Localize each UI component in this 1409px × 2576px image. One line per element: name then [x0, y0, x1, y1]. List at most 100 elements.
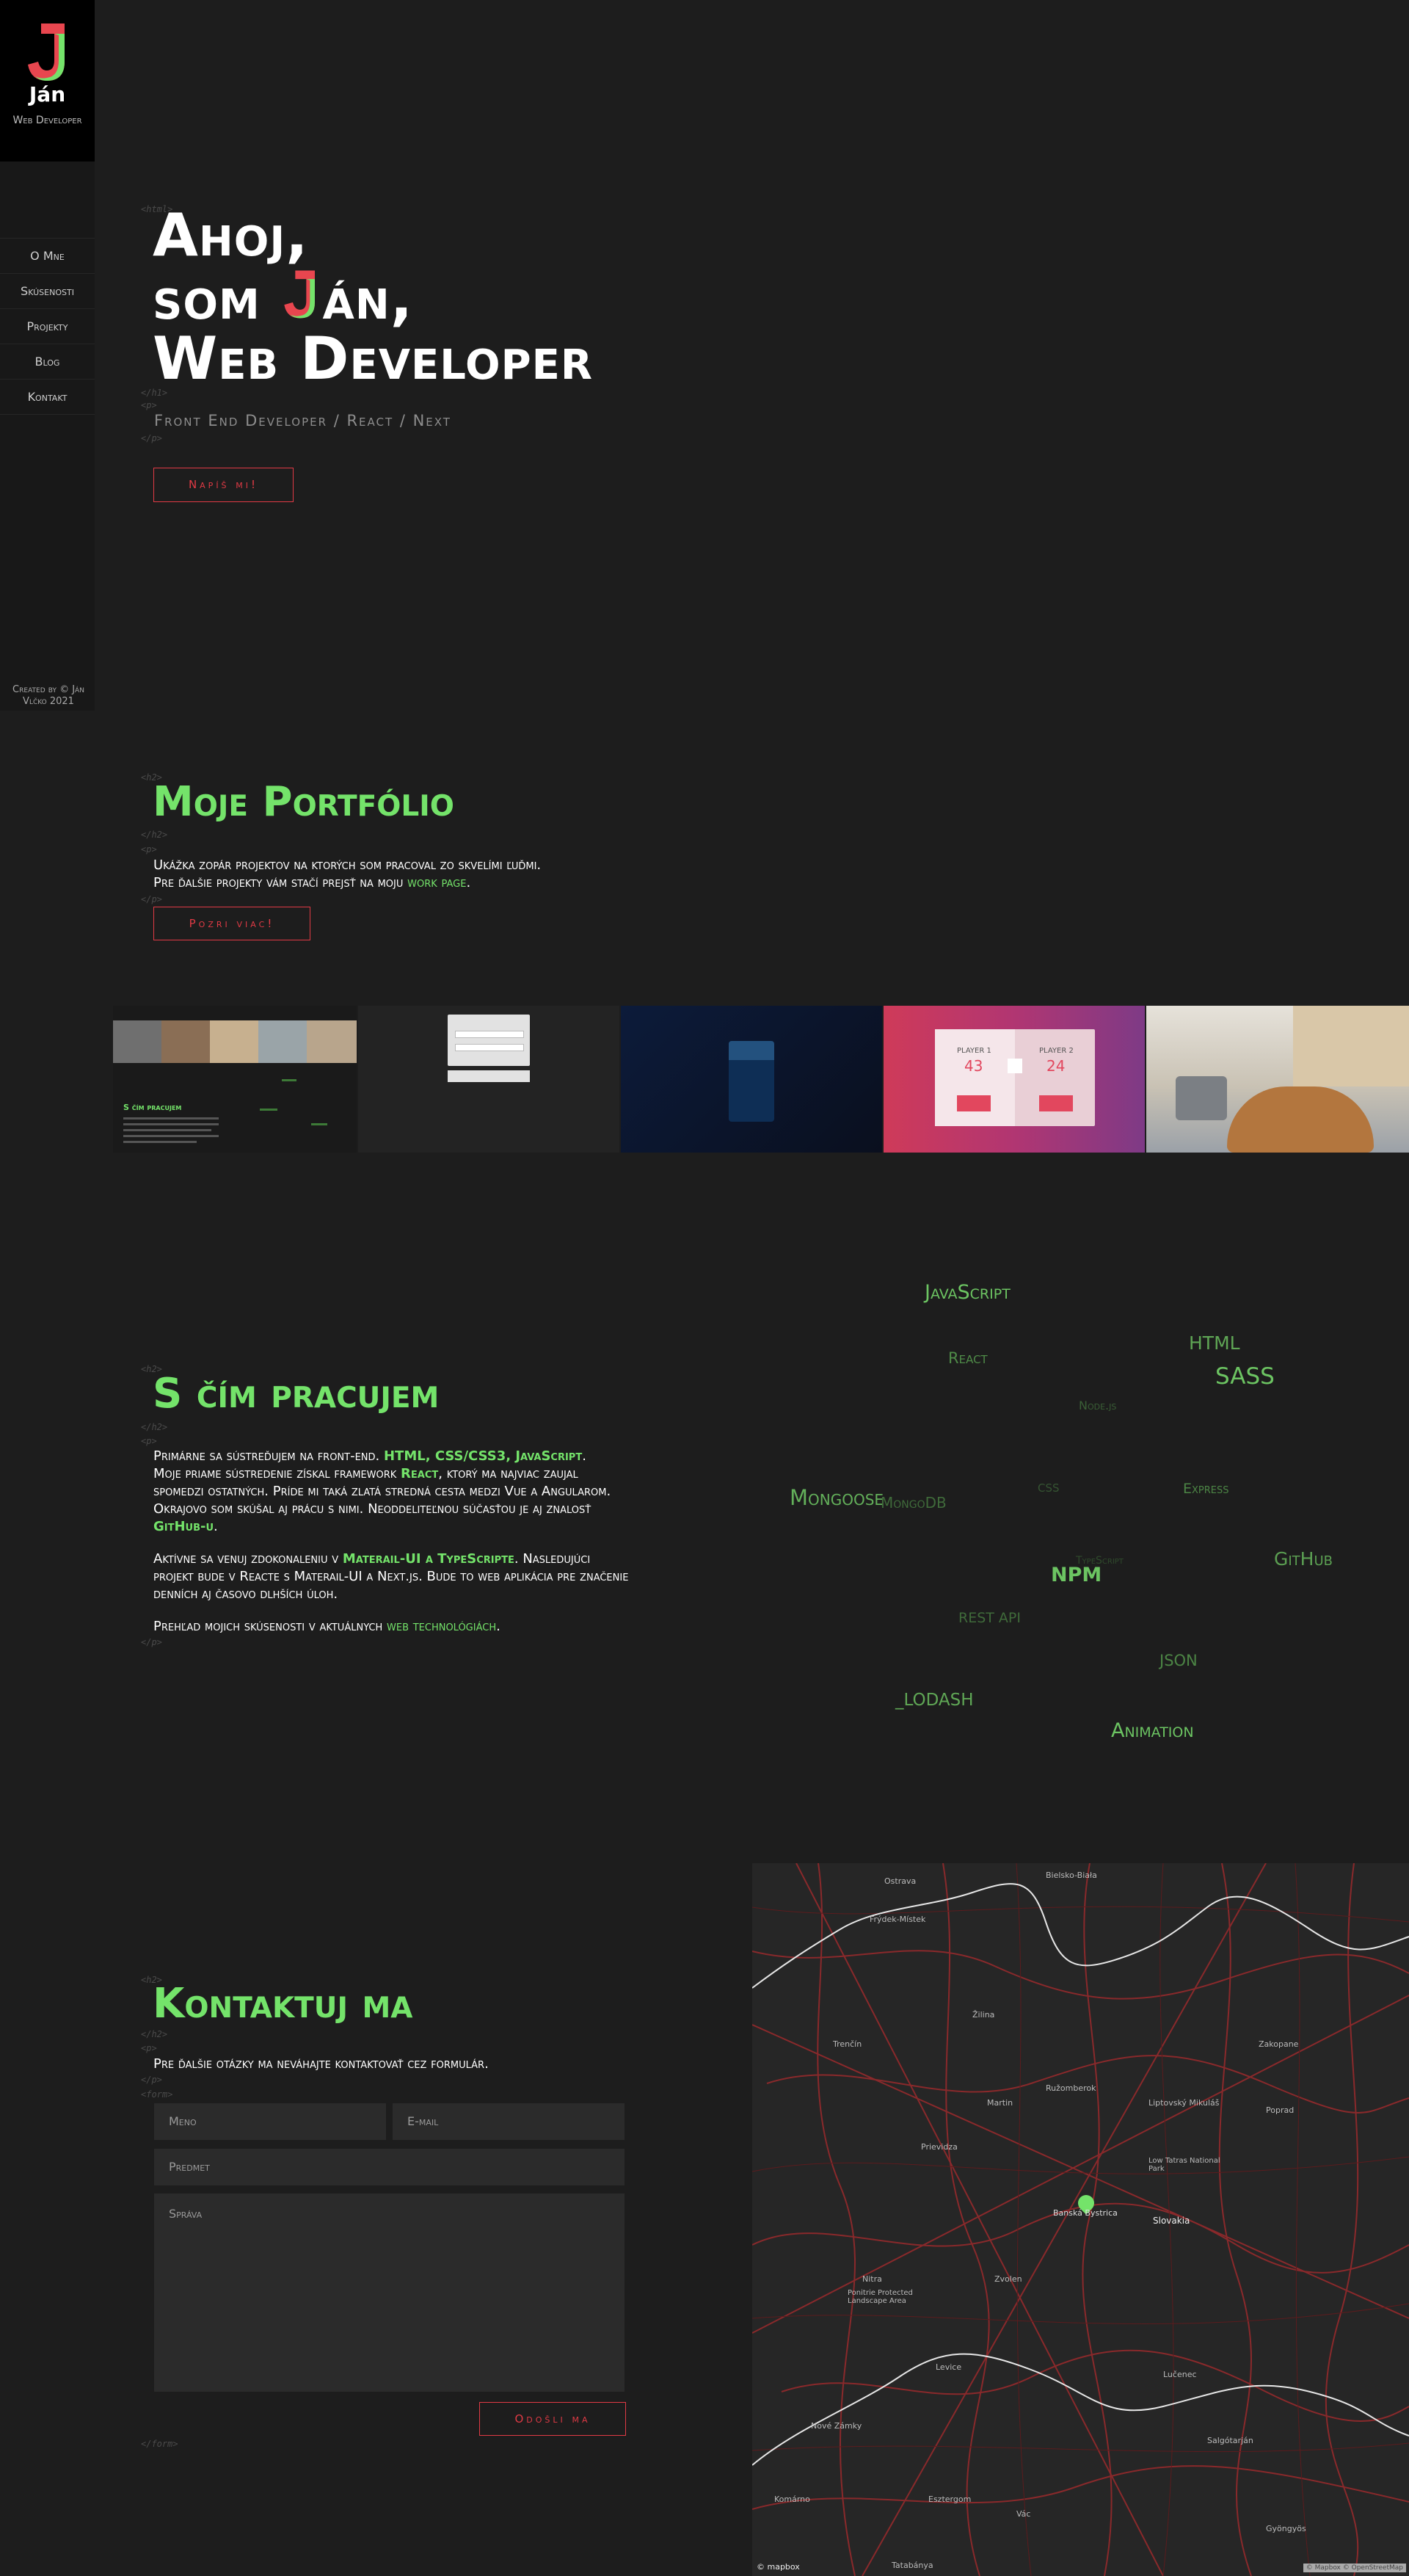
email-field[interactable]: E-mail [393, 2103, 625, 2140]
thumb-title: S čím pracujem [123, 1103, 182, 1112]
cloud-tag[interactable]: Mongoose [790, 1485, 884, 1510]
map-copyright[interactable]: © Mapbox © OpenStreetMap [1303, 2564, 1406, 2572]
cloud-tag[interactable]: HTML [1189, 1332, 1240, 1354]
sidebar-nav: O Mne Skúsenosti Projekty Blog Kontakt [0, 238, 95, 415]
hero-line-3: Web Developer [153, 324, 593, 393]
map-label: Martin [987, 2098, 1013, 2108]
tag-form-open: <form> [141, 2089, 173, 2100]
portfolio-thumb-4[interactable]: PLAYER 1 PLAYER 2 43 24 [884, 1006, 1145, 1153]
portfolio-thumb-5[interactable] [1146, 1006, 1409, 1153]
name-field[interactable]: Meno [154, 2103, 386, 2140]
cloud-tag[interactable]: JavaScript [925, 1281, 1011, 1304]
work-page-link[interactable]: work page [407, 875, 466, 890]
thumb-photo [161, 1020, 210, 1063]
cloud-tag[interactable]: React [948, 1349, 988, 1367]
see-more-button[interactable]: Pozri viac! [153, 907, 310, 940]
nav-item-projects[interactable]: Projekty [0, 309, 95, 344]
thumb-text-line [282, 1079, 296, 1081]
tag-p-open: <p> [141, 1436, 157, 1446]
cloud-tag[interactable]: Animation [1111, 1719, 1194, 1742]
message-field[interactable]: Správa [154, 2194, 625, 2392]
portfolio-text-suffix: . [466, 875, 471, 890]
portfolio-thumb-2[interactable] [358, 1006, 619, 1153]
logo-name: Ján [29, 82, 66, 106]
skills-highlight: React [401, 1466, 439, 1481]
cloud-tag[interactable]: MongoDB [881, 1494, 947, 1512]
skills-text: . [582, 1448, 586, 1464]
tag-p-close: </p> [141, 433, 162, 443]
thumb-photo [113, 1020, 161, 1063]
logo-subtitle: Web Developer [12, 115, 82, 126]
tag-h2-close: </h2> [141, 830, 168, 840]
skills-title: S čím pracujem [153, 1370, 440, 1418]
cloud-tag[interactable]: Express [1183, 1481, 1229, 1497]
cloud-tag[interactable]: CSS [1038, 1481, 1060, 1495]
map-label: Ostrava [884, 1876, 917, 1886]
tag-p-open: <p> [141, 400, 157, 410]
footer-credit-line2: Vlčko 2021 [23, 696, 74, 707]
map-label: Lučenec [1163, 2370, 1197, 2379]
skills-paragraph-2: Aktívne sa venuj zdokonaleniu v Materail… [153, 1550, 630, 1603]
thumb-window [1293, 1006, 1409, 1086]
hero-line-2: som án, [153, 266, 593, 329]
thumb-player1: PLAYER 1 [957, 1047, 991, 1055]
hero-line-2-prefix: som [153, 264, 282, 333]
tag-p-open: <p> [141, 2043, 157, 2053]
footer-credit-line1: Created by © Ján [12, 684, 84, 695]
nav-item-blog[interactable]: Blog [0, 344, 95, 380]
skills-highlight: GitHub-u [153, 1519, 214, 1534]
map-label: Banská Bystrica [1053, 2208, 1118, 2218]
map-label: Zvolen [994, 2274, 1022, 2284]
map-label: Bielsko-Biała [1046, 1871, 1097, 1880]
portfolio-text-line1: Ukážka zopár projektov na ktorých som pr… [153, 857, 542, 873]
thumb-score-box [957, 1095, 991, 1111]
map-roads [752, 1863, 1409, 2576]
map-label: Liptovský Mikuláš [1148, 2098, 1220, 2108]
nav-item-contact[interactable]: Kontakt [0, 380, 95, 415]
contact-title: Kontaktuj ma [153, 1980, 413, 2028]
skills-text: Prehľad mojich skúsenosti v aktuálnych [153, 1619, 387, 1634]
portfolio-thumb-1[interactable]: S čím pracujem [113, 1006, 357, 1153]
cloud-tag[interactable]: SASS [1215, 1363, 1275, 1390]
map-label: Žilina [972, 2010, 995, 2020]
thumb-text-line [123, 1129, 211, 1131]
nav-item-about[interactable]: O Mne [0, 238, 95, 274]
skills-text: Aktívne sa venuj zdokonaleniu v [153, 1551, 343, 1567]
tag-h2-close: </h2> [141, 1422, 168, 1432]
thumb-photo [210, 1020, 258, 1063]
subject-field[interactable]: Predmet [154, 2149, 625, 2185]
cloud-tag[interactable]: Node.js [1079, 1398, 1116, 1412]
map-label: Vác [1016, 2509, 1031, 2519]
hero-title: Ahoj, som án, Web Developer [153, 206, 593, 389]
cloud-tag[interactable]: REST API [958, 1610, 1021, 1626]
map-label: Gyöngyös [1266, 2524, 1306, 2533]
skills-paragraph-1: Primárne sa sústreďujem na front-end. HT… [153, 1448, 630, 1536]
skills-highlight: HTML, CSS/CSS3, JavaScript [383, 1448, 583, 1464]
thumb-score1: 43 [964, 1057, 983, 1075]
cloud-tag[interactable]: _LODASH [895, 1691, 974, 1710]
thumb-form-field [455, 1031, 524, 1038]
portfolio-thumb-3[interactable] [621, 1006, 882, 1153]
tag-h2-close: </h2> [141, 2029, 168, 2039]
map-label: Poprad [1266, 2105, 1295, 2115]
cloud-tag[interactable]: NPM [1051, 1564, 1102, 1586]
skills-text: Moje priame sústredenie získal framework [153, 1466, 401, 1481]
hero-subtitle: Front End Developer / React / Next [154, 412, 451, 429]
map[interactable]: Ostrava Bielsko-Biała Frýdek-Místek Žili… [752, 1863, 1409, 2576]
map-label: Zakopane [1259, 2039, 1299, 2049]
web-technologies-link[interactable]: web technológiách [387, 1619, 496, 1634]
cloud-tag[interactable]: GitHub [1274, 1548, 1333, 1570]
thumb-form-field [455, 1044, 524, 1051]
skills-text: Primárne sa sústreďujem na front-end. [153, 1448, 384, 1464]
tag-p-open: <p> [141, 844, 157, 855]
nav-item-experience[interactable]: Skúsenosti [0, 274, 95, 309]
cloud-tag[interactable]: JSON [1159, 1652, 1198, 1669]
send-button[interactable]: Odošli ma [479, 2402, 626, 2436]
map-label: Salgótarján [1207, 2436, 1253, 2445]
mapbox-logo[interactable]: © mapbox [757, 2562, 800, 2572]
contact-me-button[interactable]: Napíš mi! [153, 468, 294, 502]
map-label: Levice [936, 2362, 962, 2372]
logo[interactable]: Ján Web Developer [0, 0, 95, 162]
thumb-score2: 24 [1046, 1057, 1066, 1075]
map-label: Low Tatras National Park [1148, 2157, 1220, 2173]
